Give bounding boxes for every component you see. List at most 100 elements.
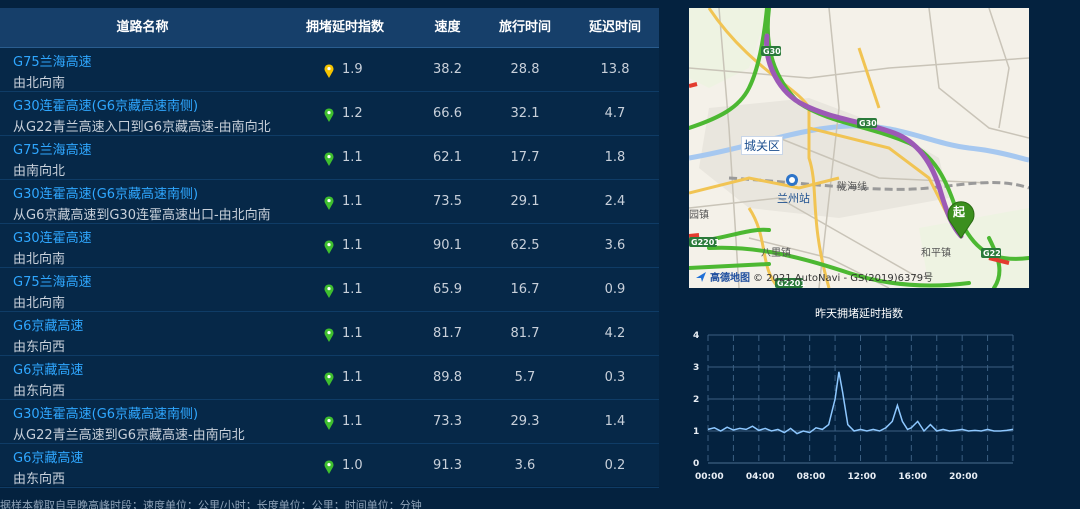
table-row[interactable]: G30连霍高速 由北向南 1.1 90.1 62.5 3.6	[0, 224, 659, 268]
congestion-index-cell: 1.1	[342, 326, 363, 341]
table-row[interactable]: G6京藏高速 由东向西 1.1 81.7 81.7 4.2	[0, 312, 659, 356]
speed-cell: 38.2	[433, 62, 462, 77]
travel-time-cell: 28.8	[510, 62, 540, 77]
x-tick-label: 20:00	[949, 472, 978, 482]
delay-cell: 0.9	[604, 282, 626, 297]
road-direction: 从G6京藏高速到G30连霍高速出口-由北向南	[13, 208, 271, 223]
speed-cell: 65.9	[433, 282, 462, 297]
speed-cell: 73.5	[433, 194, 462, 209]
table-row[interactable]: G30连霍高速(G6京藏高速南侧) 从G22青兰高速入口到G6京藏高速-由南向北 1…	[0, 92, 659, 136]
shield-g2201-text: G2201	[691, 238, 720, 247]
header-road-name[interactable]: 道路名称	[0, 8, 285, 48]
congestion-pin-icon	[324, 284, 334, 298]
map-canvas: G30 G30 G22 G2201 G2201 起	[689, 8, 1029, 288]
speed-cell: 66.6	[433, 106, 462, 121]
travel-time-cell: 81.7	[510, 326, 540, 341]
congestion-index-cell: 1.1	[342, 282, 363, 297]
amap-logo-icon	[696, 271, 706, 282]
travel-time-cell: 16.7	[510, 282, 540, 297]
start-marker-label: 起	[952, 204, 966, 219]
speed-cell: 81.7	[433, 326, 462, 341]
road-name-link[interactable]: G75兰海高速	[13, 51, 92, 70]
travel-time-cell: 5.7	[514, 370, 536, 385]
congestion-pin-icon	[324, 196, 334, 210]
map-view[interactable]: G30 G30 G22 G2201 G2201 起 城关区 兰州站 陇海线 和平…	[689, 8, 1029, 288]
road-name-link[interactable]: G6京藏高速	[13, 359, 83, 378]
table-row[interactable]: G30连霍高速(G6京藏高速南侧) 从G22青兰高速到G6京藏高速-由南向北 1.1…	[0, 400, 659, 444]
road-name-link[interactable]: G30连霍高速(G6京藏高速南侧)	[13, 403, 198, 422]
road-name-link[interactable]: G6京藏高速	[13, 315, 83, 334]
x-tick-label: 12:00	[848, 472, 877, 482]
congestion-index-cell: 1.1	[342, 238, 363, 253]
table-row[interactable]: G75兰海高速 由南向北 1.1 62.1 17.7 1.8	[0, 136, 659, 180]
congestion-pin-icon	[324, 152, 334, 166]
shield-g30-mid-text: G30	[859, 119, 877, 128]
road-name-link[interactable]: G75兰海高速	[13, 271, 92, 290]
road-direction: 由北向南	[13, 296, 66, 311]
travel-time-cell: 32.1	[510, 106, 540, 121]
congestion-index-cell: 1.0	[342, 458, 363, 473]
header-speed[interactable]: 速度	[405, 8, 490, 48]
header-delay-time[interactable]: 延迟时间	[560, 8, 670, 48]
x-tick-label: 04:00	[746, 472, 775, 482]
y-tick-label: 4	[693, 331, 699, 341]
y-tick-label: 2	[693, 395, 699, 405]
congestion-index-cell: 1.1	[342, 414, 363, 429]
congestion-pin-icon	[324, 460, 334, 474]
amap-logo-text: 高德地图	[710, 273, 750, 284]
footnote: 据样本截取自早晚高峰时段；速度单位：公里/小时；长度单位：公里；时间单位：分钟	[0, 499, 422, 509]
series-line	[707, 371, 1014, 435]
road-direction: 由东向西	[13, 472, 66, 487]
delay-cell: 0.2	[604, 458, 626, 473]
travel-time-cell: 29.1	[510, 194, 540, 209]
town-heping-label: 和平镇	[921, 248, 951, 259]
travel-time-cell: 17.7	[510, 150, 540, 165]
map-credit: 高德地图 © 2021 AutoNavi - GS(2019)6379号	[695, 269, 933, 284]
speed-cell: 73.3	[433, 414, 462, 429]
road-name-link[interactable]: G75兰海高速	[13, 139, 92, 158]
table-row[interactable]: G30连霍高速(G6京藏高速南侧) 从G6京藏高速到G30连霍高速出口-由北向南 1…	[0, 180, 659, 224]
table-body: G75兰海高速 由北向南 1.9 38.2 28.8 13.8 G30连霍高速(G6京藏高速…	[0, 48, 659, 488]
road-direction: 由北向南	[13, 76, 66, 91]
congestion-pin-icon	[324, 240, 334, 254]
speed-cell: 89.8	[433, 370, 462, 385]
road-direction: 由北向南	[13, 252, 66, 267]
delay-cell: 0.3	[604, 370, 626, 385]
railway-label: 陇海线	[837, 182, 867, 193]
delay-cell: 1.8	[604, 150, 626, 165]
road-name-link[interactable]: G30连霍高速(G6京藏高速南侧)	[13, 183, 198, 202]
congestion-index-cell: 1.1	[342, 150, 363, 165]
table-row[interactable]: G75兰海高速由北向南 1.9 38.2 28.8 13.8	[0, 48, 659, 92]
congestion-pin-icon	[324, 108, 334, 122]
road-direction: 从G22青兰高速到G6京藏高速-由南向北	[13, 428, 245, 443]
road-name-link[interactable]: G30连霍高速	[13, 227, 92, 246]
y-tick-label: 3	[693, 363, 699, 373]
road-direction: 由东向西	[13, 384, 66, 399]
x-tick-label: 16:00	[898, 472, 927, 482]
header-travel-time[interactable]: 旅行时间	[490, 8, 560, 48]
road-direction: 由南向北	[13, 164, 66, 179]
travel-time-cell: 3.6	[514, 458, 536, 473]
congestion-pin-icon	[324, 64, 334, 78]
table-row[interactable]: G6京藏高速由东向西 1.0 91.3 3.6 0.2	[0, 444, 659, 488]
road-direction: 从G22青兰高速入口到G6京藏高速-由南向北	[13, 120, 271, 135]
x-tick-label: 00:00	[695, 472, 724, 482]
road-name-link[interactable]: G30连霍高速(G6京藏高速南侧)	[13, 95, 198, 114]
table-row[interactable]: G6京藏高速由东向西 1.1 89.8 5.7 0.3	[0, 356, 659, 400]
x-tick-label: 08:00	[797, 472, 826, 482]
chart-title: 昨天拥堵延时指数	[815, 307, 903, 320]
district-label: 城关区	[741, 136, 784, 155]
table-row[interactable]: G75兰海高速由北向南 1.1 65.9 16.7 0.9	[0, 268, 659, 312]
table-header: 道路名称 拥堵延时指数 速度 旅行时间 延迟时间	[0, 8, 659, 48]
delay-cell: 1.4	[604, 414, 626, 429]
congestion-index-cell: 1.1	[342, 370, 363, 385]
delay-cell: 13.8	[600, 62, 630, 77]
header-congestion-index[interactable]: 拥堵延时指数	[285, 8, 405, 48]
congestion-index-cell: 1.9	[342, 62, 363, 77]
road-name-link[interactable]: G6京藏高速	[13, 447, 83, 466]
map-copyright: © 2021 AutoNavi - GS(2019)6379号	[753, 273, 934, 284]
congestion-pin-icon	[324, 328, 334, 342]
congestion-index-cell: 1.1	[342, 194, 363, 209]
speed-cell: 90.1	[433, 238, 462, 253]
speed-cell: 91.3	[433, 458, 462, 473]
